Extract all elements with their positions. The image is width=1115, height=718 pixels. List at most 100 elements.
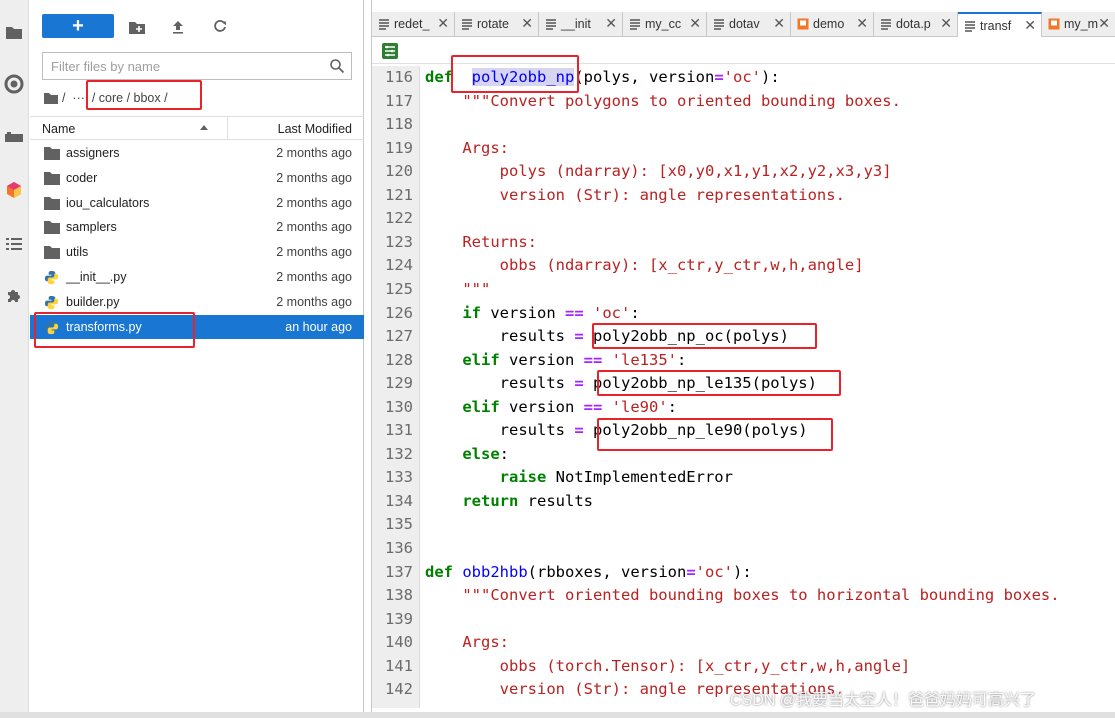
column-divider[interactable] bbox=[227, 117, 228, 139]
close-icon[interactable]: ✕ bbox=[437, 16, 449, 30]
file-list-item[interactable]: iou_calculators 2 months ago bbox=[30, 191, 364, 216]
close-icon[interactable]: ✕ bbox=[856, 16, 868, 30]
code-token: obb2hbb bbox=[462, 562, 528, 581]
close-icon[interactable]: ✕ bbox=[521, 16, 533, 30]
line-number: 129 bbox=[385, 374, 413, 393]
plus-icon: + bbox=[72, 15, 84, 37]
editor-toolbar bbox=[372, 38, 1115, 64]
code-text: version (Str): angle representations. bbox=[425, 184, 845, 208]
code-line: 137 def obb2hbb(rbboxes, version='oc'): bbox=[372, 561, 1115, 585]
file-list-item[interactable]: transforms.py an hour ago bbox=[30, 314, 364, 340]
code-token: elif bbox=[462, 397, 500, 416]
folder-icon bbox=[44, 93, 58, 104]
code-token: """Convert oriented bounding boxes to ho… bbox=[462, 586, 1060, 605]
close-icon[interactable]: ✕ bbox=[689, 16, 701, 30]
watermark: CSDN @我要当太空人！爸爸妈妈可高兴了 bbox=[730, 692, 1037, 709]
file-list-item[interactable]: __init__.py 2 months ago bbox=[30, 265, 364, 290]
code-line: 134 return results bbox=[372, 490, 1115, 514]
code-token: = bbox=[574, 374, 584, 393]
line-number: 134 bbox=[385, 491, 413, 510]
code-token: obbs (ndarray): [x_ctr,y_ctr,w,h,angle] bbox=[499, 256, 864, 275]
palette-icon[interactable] bbox=[4, 180, 24, 200]
commands-icon[interactable] bbox=[4, 128, 24, 148]
code-token: poly2obb_np_oc(polys) bbox=[583, 327, 789, 346]
code-token: def bbox=[425, 562, 453, 581]
code-token: == bbox=[565, 303, 584, 322]
editor-tab[interactable]: demo ✕ bbox=[791, 12, 874, 36]
extension-icon[interactable] bbox=[4, 286, 24, 306]
code-text: else: bbox=[425, 443, 509, 467]
line-number: 119 bbox=[385, 138, 413, 157]
folder-icon bbox=[44, 245, 60, 260]
file-name: coder bbox=[66, 170, 98, 185]
code-editor[interactable]: 116 def poly2obb_np(polys, version='oc'):… bbox=[372, 66, 1115, 708]
code-token: version bbox=[499, 350, 584, 369]
file-modified: 2 months ago bbox=[276, 245, 352, 260]
notebook-icon bbox=[797, 18, 809, 30]
close-icon[interactable]: ✕ bbox=[1098, 16, 1110, 30]
running-icon[interactable] bbox=[4, 74, 24, 94]
editor-tab[interactable]: transf ✕ bbox=[958, 12, 1042, 37]
new-launcher-button[interactable]: + bbox=[42, 14, 114, 38]
file-browser-toolbar: + bbox=[30, 0, 364, 46]
file-list-item[interactable]: assigners 2 months ago bbox=[30, 141, 364, 166]
file-name: transforms.py bbox=[66, 319, 142, 334]
line-number: 133 bbox=[385, 468, 413, 487]
editor-tab[interactable]: __init ✕ bbox=[539, 12, 623, 36]
editor-tab[interactable]: dota.p ✕ bbox=[874, 12, 958, 36]
breadcrumb[interactable]: / ··· / core / bbox / bbox=[44, 90, 168, 106]
toc-icon[interactable] bbox=[4, 234, 24, 254]
filter-files-input[interactable] bbox=[43, 53, 313, 79]
close-icon[interactable]: ✕ bbox=[605, 16, 617, 30]
editor-tab[interactable]: my_m ✕ bbox=[1042, 12, 1115, 36]
code-token: == bbox=[583, 350, 603, 369]
line-number: 141 bbox=[385, 656, 413, 675]
code-token: elif bbox=[462, 350, 500, 369]
close-icon[interactable]: ✕ bbox=[1024, 18, 1036, 32]
editor-tab[interactable]: dotav ✕ bbox=[707, 12, 791, 36]
search-icon bbox=[330, 59, 345, 74]
upload-button[interactable] bbox=[167, 16, 189, 38]
refresh-button[interactable] bbox=[209, 16, 231, 38]
code-line: 129 results = poly2obb_np_le135(polys) bbox=[372, 372, 1115, 396]
file-list-item[interactable]: builder.py 2 months ago bbox=[30, 290, 364, 315]
line-number: 122 bbox=[385, 209, 413, 228]
file-list-item[interactable]: utils 2 months ago bbox=[30, 240, 364, 265]
folder-icon[interactable] bbox=[4, 22, 24, 42]
close-icon[interactable]: ✕ bbox=[940, 16, 952, 30]
code-line: 128 elif version == 'le135': bbox=[372, 349, 1115, 373]
file-list-item[interactable]: coder 2 months ago bbox=[30, 166, 364, 191]
line-number: 138 bbox=[385, 586, 413, 605]
line-number: 132 bbox=[385, 444, 413, 463]
column-header-name[interactable]: Name bbox=[42, 122, 75, 136]
code-token: def bbox=[425, 68, 453, 86]
code-token: = bbox=[686, 562, 696, 581]
text-file-icon bbox=[545, 18, 557, 30]
file-modified: 2 months ago bbox=[276, 195, 352, 210]
text-file-icon bbox=[713, 18, 725, 30]
line-number: 142 bbox=[385, 680, 413, 699]
editor-tab[interactable]: redet_ ✕ bbox=[372, 12, 455, 36]
column-header-modified[interactable]: Last Modified bbox=[278, 122, 352, 136]
code-line: 123 Returns: bbox=[372, 231, 1115, 255]
code-token: return bbox=[462, 491, 519, 510]
editor-tab[interactable]: rotate ✕ bbox=[455, 12, 539, 36]
settings-list-icon[interactable] bbox=[382, 43, 398, 59]
new-folder-icon bbox=[129, 21, 145, 34]
file-name: iou_calculators bbox=[66, 195, 150, 210]
close-icon[interactable]: ✕ bbox=[773, 16, 785, 30]
editor-tab[interactable]: my_cc ✕ bbox=[623, 12, 707, 36]
new-folder-button[interactable] bbox=[126, 16, 148, 38]
breadcrumb-path[interactable]: / ··· / core / bbox / bbox=[62, 91, 168, 105]
file-list-item[interactable]: samplers 2 months ago bbox=[30, 215, 364, 240]
code-line: 127 results = poly2obb_np_oc(polys) bbox=[372, 325, 1115, 349]
code-line: 131 results = poly2obb_np_le90(polys) bbox=[372, 419, 1115, 443]
